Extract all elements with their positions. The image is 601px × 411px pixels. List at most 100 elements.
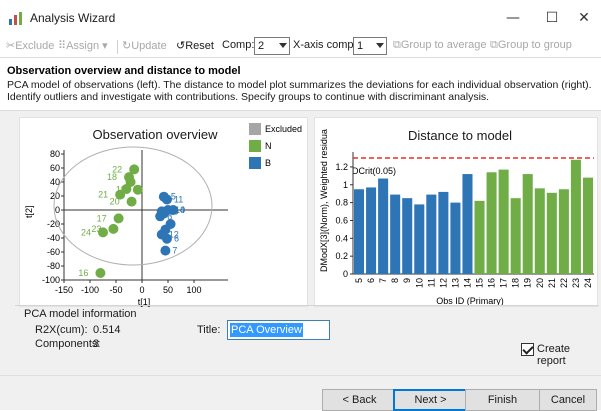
x-tick-label: 23 bbox=[571, 278, 581, 288]
close-button[interactable]: ✕ bbox=[561, 4, 601, 32]
bar[interactable] bbox=[558, 189, 569, 274]
scatter-point[interactable] bbox=[98, 227, 108, 238]
next-button[interactable]: Next > bbox=[393, 389, 468, 411]
x-tick-label: 0 bbox=[139, 285, 144, 295]
y-tick-label: 0.2 bbox=[335, 251, 348, 261]
wizard-footer: < Back Next > Finish Cancel bbox=[0, 375, 601, 411]
scatter-point[interactable] bbox=[108, 223, 119, 234]
bar-plot: Distance to model DModX[3](Norm), Weight… bbox=[319, 128, 594, 306]
bar[interactable] bbox=[498, 169, 509, 274]
bar[interactable] bbox=[402, 198, 413, 274]
exclude-icon: ✂ bbox=[6, 40, 16, 52]
bar[interactable] bbox=[462, 174, 473, 274]
cancel-button[interactable]: Cancel bbox=[539, 389, 597, 411]
bar[interactable] bbox=[510, 198, 521, 274]
comp-select[interactable]: 2 bbox=[254, 37, 290, 55]
y-tick-label: 0.6 bbox=[335, 215, 348, 225]
legend-label-excluded: Excluded bbox=[265, 124, 302, 134]
xaxis-comp-label: X-axis comp: bbox=[293, 39, 357, 51]
scatter-point[interactable] bbox=[113, 213, 124, 224]
bar[interactable] bbox=[390, 194, 401, 274]
scatter-point[interactable] bbox=[95, 268, 106, 278]
bar[interactable] bbox=[414, 204, 425, 274]
y-axis-label: t[2] bbox=[24, 205, 34, 218]
bar[interactable] bbox=[366, 187, 377, 274]
x-tick-label: 24 bbox=[583, 278, 593, 288]
back-button[interactable]: < Back bbox=[322, 389, 397, 411]
refresh-icon: ↻ bbox=[122, 40, 132, 52]
legend-label-n: N bbox=[265, 141, 272, 151]
r2x-label: R2X(cum): bbox=[35, 324, 88, 336]
bar[interactable] bbox=[450, 202, 461, 274]
legend-swatch-n bbox=[249, 140, 261, 152]
content-area: Observation overview Excluded N B -150 -1… bbox=[0, 111, 601, 375]
exclude-button[interactable]: ✂Exclude bbox=[6, 39, 54, 52]
chart-title: Observation overview bbox=[93, 127, 219, 142]
assign-icon: ⠿ bbox=[58, 40, 67, 52]
finish-button[interactable]: Finish bbox=[465, 389, 540, 411]
x-tick-label: 16 bbox=[487, 278, 497, 288]
bar[interactable] bbox=[546, 192, 557, 274]
x-tick-label: 18 bbox=[511, 278, 521, 288]
group-to-group-button[interactable]: ⧉Group to group bbox=[490, 39, 572, 52]
chart-title: Distance to model bbox=[408, 128, 512, 143]
observation-overview-chart[interactable]: Observation overview Excluded N B -150 -1… bbox=[19, 117, 308, 307]
bar[interactable] bbox=[522, 174, 533, 274]
scatter-point[interactable] bbox=[160, 224, 171, 235]
point-label: 14 bbox=[175, 205, 185, 215]
group-to-average-button[interactable]: ⧉Group to average bbox=[393, 39, 486, 52]
bar[interactable] bbox=[474, 200, 485, 274]
bar[interactable] bbox=[438, 191, 449, 274]
create-report-checkbox[interactable] bbox=[521, 343, 534, 356]
x-tick-label: 6 bbox=[366, 278, 376, 283]
bar[interactable] bbox=[570, 159, 581, 274]
scatter-plot: Observation overview Excluded N B -150 -1… bbox=[24, 123, 302, 307]
scatter-point[interactable] bbox=[125, 177, 136, 187]
toolbar: ✂Exclude ⠿Assign ▾ ↻Update ↺Reset Comp: … bbox=[0, 36, 601, 58]
y-tick-label: 60 bbox=[50, 163, 60, 173]
y-tick-label: -80 bbox=[47, 261, 60, 271]
scatter-point[interactable] bbox=[161, 194, 172, 205]
dcrit-label: DCrit(0.05) bbox=[352, 166, 396, 176]
bar[interactable] bbox=[426, 194, 437, 274]
scatter-point[interactable] bbox=[129, 164, 140, 175]
x-tick-label: 7 bbox=[378, 278, 388, 283]
x-tick-label: -50 bbox=[109, 285, 122, 295]
x-tick-label: 21 bbox=[547, 278, 557, 288]
xaxis-comp-select[interactable]: 1 bbox=[353, 37, 387, 55]
scatter-point[interactable] bbox=[132, 184, 143, 195]
chevron-down-icon: ▾ bbox=[99, 40, 108, 52]
y-tick-label: -40 bbox=[47, 233, 60, 243]
create-report-label[interactable]: Create report bbox=[537, 343, 601, 367]
y-tick-label: -100 bbox=[42, 275, 60, 285]
point-label: 16 bbox=[78, 268, 88, 278]
scatter-point[interactable] bbox=[160, 245, 171, 256]
distance-to-model-chart[interactable]: Distance to model DModX[3](Norm), Weight… bbox=[314, 117, 598, 307]
undo-icon: ↺ bbox=[176, 40, 186, 52]
bar[interactable] bbox=[378, 178, 389, 274]
group-icon: ⧉ bbox=[393, 39, 401, 51]
update-button[interactable]: ↻Update bbox=[122, 39, 167, 52]
point-label: 11 bbox=[174, 195, 183, 205]
y-tick-label: 0.8 bbox=[335, 198, 348, 208]
bar[interactable] bbox=[354, 189, 365, 274]
bar[interactable] bbox=[486, 172, 497, 274]
assign-button[interactable]: ⠿Assign ▾ bbox=[58, 39, 108, 52]
reset-button[interactable]: ↺Reset bbox=[176, 39, 214, 52]
title-input[interactable]: PCA Overview bbox=[227, 320, 330, 340]
x-tick-label: 11 bbox=[426, 278, 436, 287]
chevron-down-icon bbox=[376, 43, 384, 48]
scatter-point[interactable] bbox=[158, 208, 169, 219]
bar[interactable] bbox=[582, 177, 593, 274]
x-tick-label: -100 bbox=[81, 285, 99, 295]
scatter-point[interactable] bbox=[126, 196, 137, 207]
bar[interactable] bbox=[534, 188, 545, 274]
x-tick-label: 100 bbox=[186, 285, 201, 295]
point-label: 12 bbox=[169, 230, 179, 240]
x-tick-label: 22 bbox=[559, 278, 569, 288]
x-tick-label: 50 bbox=[163, 285, 173, 295]
point-label: 21 bbox=[98, 190, 108, 200]
y-tick-label: 0 bbox=[343, 269, 348, 279]
point-label: 7 bbox=[172, 246, 177, 256]
components-value: 3 bbox=[93, 338, 100, 350]
